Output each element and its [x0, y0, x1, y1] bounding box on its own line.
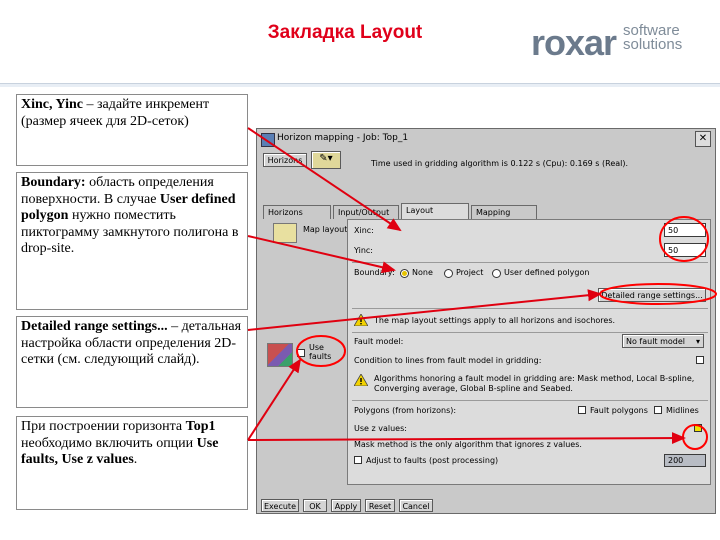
- note-detailed-range: Detailed range settings... – детальная н…: [16, 316, 248, 408]
- boundary-project-label: Project: [456, 268, 484, 277]
- roxar-logo: roxar software solutions: [531, 20, 691, 68]
- tab-layout[interactable]: Layout: [401, 203, 469, 219]
- mask-note: Mask method is the only algorithm that i…: [354, 440, 582, 449]
- horizon-picker-button[interactable]: ✎▾: [311, 151, 341, 169]
- divider: [352, 308, 708, 309]
- map-layout-icon: [273, 223, 297, 243]
- ok-button[interactable]: OK: [303, 499, 327, 512]
- time-used-text: Time used in gridding algorithm is 0.122…: [371, 159, 629, 168]
- divider: [352, 332, 708, 333]
- divider: [352, 400, 708, 401]
- midlines-checkbox[interactable]: [654, 406, 662, 414]
- use-faults-checkbox[interactable]: [297, 349, 305, 357]
- close-icon[interactable]: ✕: [695, 131, 711, 147]
- boundary-label: Boundary:: [354, 268, 395, 277]
- layout-panel: Xinc: Yinc: Boundary: None Project User …: [347, 219, 711, 485]
- xinc-input[interactable]: [664, 223, 706, 237]
- fault-model-label: Fault model:: [354, 337, 404, 346]
- header-divider: [0, 83, 720, 87]
- use-faults-icon: [267, 343, 293, 367]
- boundary-radio-none[interactable]: [400, 269, 409, 278]
- apply-note: The map layout settings apply to all hor…: [374, 316, 616, 325]
- midlines-label: Midlines: [666, 406, 699, 415]
- detailed-range-settings-button[interactable]: Detailed range settings...: [598, 288, 706, 302]
- map-layout-label: Map layout: [303, 225, 348, 234]
- horizon-mapping-window: Horizon mapping - Job: Top_1 ✕ Horizons …: [256, 128, 716, 514]
- use-faults-label2: faults: [309, 352, 332, 361]
- tab-horizons[interactable]: Horizons: [263, 205, 331, 219]
- app-icon: [261, 133, 275, 147]
- condition-label: Condition to lines from fault model in g…: [354, 356, 542, 365]
- window-title: Horizon mapping - Job: Top_1: [277, 133, 409, 143]
- note-xinc-yinc: Xinc, Yinc – задайте инкремент (размер я…: [16, 94, 248, 166]
- slide-title: Закладка Layout: [267, 22, 423, 43]
- adjust-value-input[interactable]: [664, 454, 706, 467]
- use-z-values-label: Use z values:: [354, 424, 407, 433]
- cancel-button[interactable]: Cancel: [399, 499, 433, 512]
- fault-model-value: No fault model: [626, 337, 686, 346]
- use-faults-label1: Use: [309, 343, 324, 352]
- fault-polygons-label: Fault polygons: [590, 406, 648, 415]
- boundary-user-polygon-label: User defined polygon: [504, 268, 590, 277]
- algo-note-line2: Converging average, Global B-spline and …: [374, 384, 573, 393]
- logo-sub-text: software solutions: [623, 23, 683, 53]
- note-boundary: Boundary: область определения поверхност…: [16, 172, 248, 310]
- use-z-values-checkbox[interactable]: [694, 424, 702, 432]
- adjust-to-faults-label: Adjust to faults (post processing): [366, 456, 499, 465]
- tab-mapping[interactable]: Mapping: [471, 205, 537, 219]
- chevron-down-icon: ▾: [695, 337, 700, 346]
- execute-button[interactable]: Execute: [261, 499, 299, 512]
- apply-button[interactable]: Apply: [331, 499, 361, 512]
- logo-sub2: solutions: [623, 36, 683, 53]
- reset-button[interactable]: Reset: [365, 499, 395, 512]
- fault-polygons-checkbox[interactable]: [578, 406, 586, 414]
- note-top1: При построении горизонта Top1 необходимо…: [16, 416, 248, 510]
- yinc-input[interactable]: [664, 243, 706, 257]
- algo-note-line1: Algorithms honoring a fault model in gri…: [374, 374, 695, 383]
- divider: [352, 262, 708, 263]
- tab-input-output[interactable]: Input/Output: [333, 205, 399, 219]
- yinc-label: Yinc:: [354, 246, 373, 255]
- xinc-label: Xinc:: [354, 226, 374, 235]
- adjust-to-faults-checkbox[interactable]: [354, 456, 362, 464]
- boundary-radio-user-polygon[interactable]: [492, 269, 501, 278]
- warning-icon: [354, 314, 368, 326]
- fault-model-dropdown[interactable]: No fault model ▾: [622, 334, 704, 348]
- boundary-radio-project[interactable]: [444, 269, 453, 278]
- polygons-label: Polygons (from horizons):: [354, 406, 457, 415]
- window-titlebar[interactable]: Horizon mapping - Job: Top_1 ✕: [257, 129, 715, 149]
- condition-checkbox[interactable]: [696, 356, 704, 364]
- horizons-button[interactable]: Horizons: [263, 153, 307, 167]
- warning-icon: [354, 374, 368, 386]
- horizon-icon: ✎▾: [319, 153, 333, 164]
- boundary-none-label: None: [412, 268, 433, 277]
- logo-main-text: roxar: [531, 22, 617, 63]
